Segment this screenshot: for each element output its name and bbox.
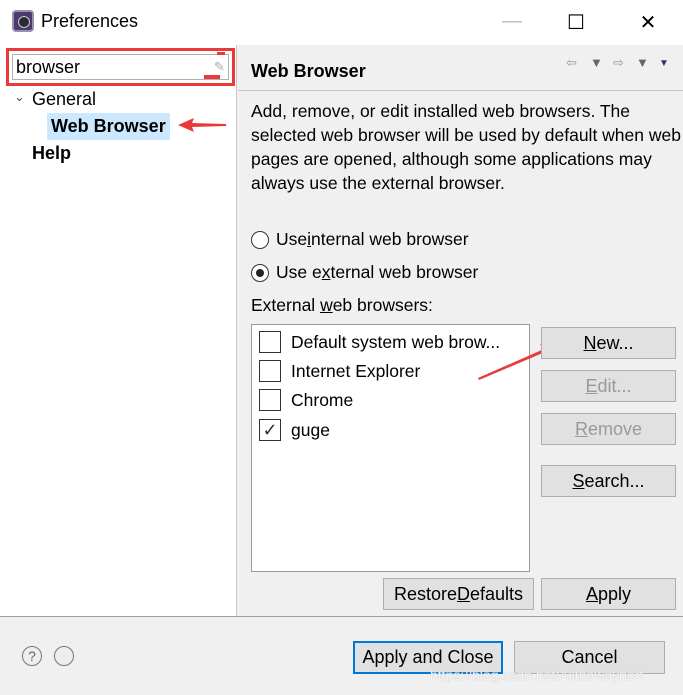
list-item[interactable]: Default system web brow... [259,331,500,353]
forward-arrow-icon[interactable]: ⇨ [613,55,624,71]
filter-input[interactable] [12,54,229,80]
back-menu-icon[interactable]: ▼ [590,55,603,70]
preference-page: Web Browser ⇦ ▼ ⇨ ▼ ▼ Add, remove, or ed… [238,45,683,616]
search-highlight: ✎ [6,48,235,86]
maximize-button[interactable]: ☐ [561,10,591,34]
page-description: Add, remove, or edit installed web brows… [251,101,681,193]
title-bar: Preferences — ☐ ✕ [0,0,683,45]
radio-circle[interactable] [251,230,269,249]
help-icon[interactable]: ? [22,646,42,666]
annotation-mark [217,52,225,55]
radio-internal-browser[interactable]: Use i nternal web browser [251,229,469,250]
restore-defaults-button[interactable]: Restore Defaults [383,578,534,610]
browsers-list-label: External web browsers: [251,295,433,315]
checkbox[interactable] [259,331,281,353]
checkbox-checked[interactable]: ✓ [259,419,281,441]
apply-button[interactable]: Apply [541,578,676,610]
view-menu-icon[interactable]: ▼ [659,58,669,69]
tree-item-general[interactable]: General [32,89,96,110]
remove-button[interactable]: Remove [541,413,676,445]
edit-button[interactable]: Edit... [541,370,676,402]
back-arrow-icon[interactable]: ⇦ [566,55,577,71]
list-item[interactable]: Chrome [259,389,353,411]
checkbox[interactable] [259,389,281,411]
page-title: Web Browser [251,61,366,81]
minimize-button[interactable]: — [497,10,527,34]
clear-icon[interactable]: ✎ [214,59,226,74]
checkbox[interactable] [259,360,281,382]
tree-item-web-browser[interactable]: Web Browser [47,113,170,140]
radio-external-browser[interactable]: Use e x ternal web browser [251,262,478,283]
dialog-footer: ? Apply and Close Cancel [0,616,683,695]
preferences-sidebar: ⌄ General Web Browser Help [0,45,237,616]
search-button[interactable]: Search... [541,465,676,497]
close-button[interactable]: ✕ [633,10,663,34]
annotation-mark [204,75,220,79]
window-title: Preferences [41,11,139,31]
page-header: Web Browser ⇦ ▼ ⇨ ▼ ▼ [238,45,683,91]
radio-circle[interactable] [251,263,269,282]
list-item[interactable]: Internet Explorer [259,360,420,382]
record-icon[interactable] [54,646,74,666]
annotation-arrow [178,118,226,132]
tree-item-help[interactable]: Help [32,143,71,164]
forward-menu-icon[interactable]: ▼ [636,55,649,70]
chevron-down-icon[interactable]: ⌄ [14,89,25,105]
eclipse-app-icon [12,10,34,32]
list-item[interactable]: ✓ guge [259,419,330,441]
new-button[interactable]: New... [541,327,676,359]
watermark: https://blog.csdn.net/Allthewaynort [430,667,644,683]
